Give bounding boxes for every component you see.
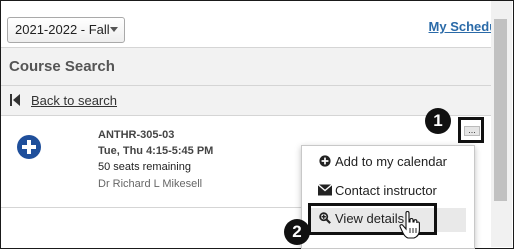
plus-circle-icon <box>319 155 331 167</box>
step-callout-2: 2 <box>284 219 310 245</box>
menu-item-label: Contact instructor <box>335 183 437 198</box>
course-meeting-time: Tue, Thu 4:15-5:45 PM <box>98 145 214 157</box>
step-callout-1: 1 <box>425 108 451 134</box>
page-title: Course Search <box>9 58 115 75</box>
menu-item-label: Add to my calendar <box>335 154 448 169</box>
term-select-value: 2021-2022 - Fall <box>15 22 110 37</box>
ellipsis-icon: ... <box>464 126 480 136</box>
back-to-search-link[interactable]: Back to search <box>31 93 117 108</box>
instructor-name: Dr Richard L Mikesell <box>98 178 203 190</box>
back-to-start-icon[interactable] <box>10 94 20 106</box>
add-course-plus-icon[interactable] <box>17 135 41 159</box>
scrollbar-thumb[interactable] <box>494 19 507 201</box>
menu-item-contact-instructor[interactable]: Contact instructor <box>318 183 437 198</box>
envelope-icon <box>318 184 332 196</box>
seats-remaining: 50 seats remaining <box>98 161 191 173</box>
term-select[interactable]: 2021-2022 - Fall <box>7 17 125 43</box>
more-options-button[interactable]: ... <box>458 117 484 143</box>
menu-item-add-to-calendar[interactable]: Add to my calendar <box>318 154 447 169</box>
course-code: ANTHR-305-03 <box>98 129 175 141</box>
chevron-down-icon <box>110 27 118 32</box>
hand-cursor-icon <box>399 211 420 239</box>
